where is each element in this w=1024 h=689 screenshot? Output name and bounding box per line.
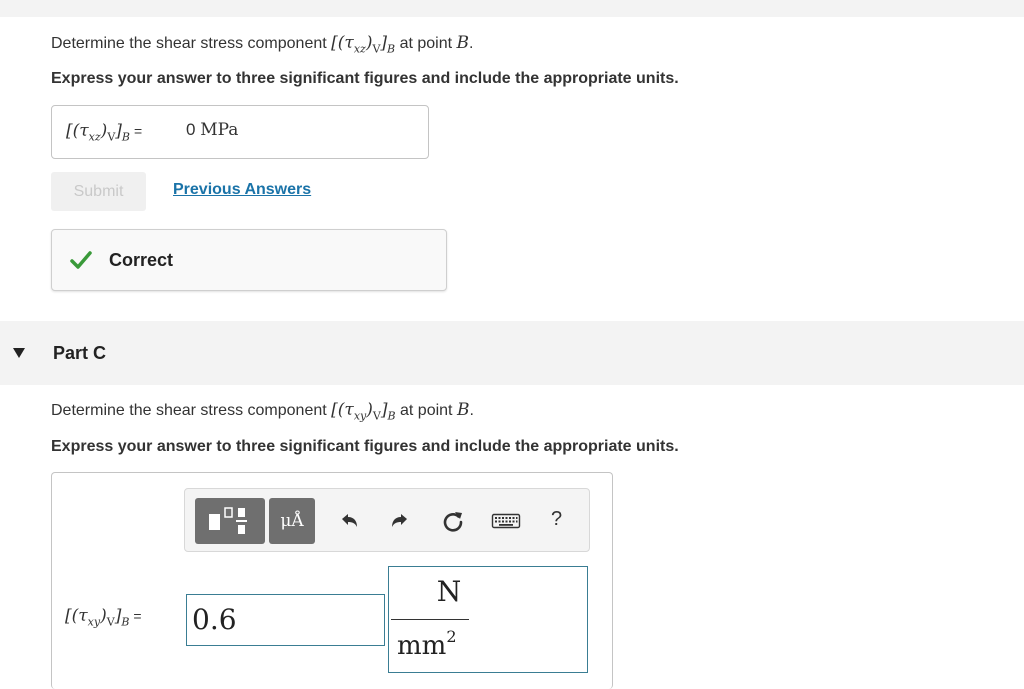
part-c-prompt: Determine the shear stress component [(τ…: [51, 400, 474, 422]
feedback-label: Correct: [109, 250, 174, 270]
part-b-prompt-suffix: at point: [399, 35, 453, 52]
part-b-answer-b-sub: B: [121, 130, 130, 144]
part-c-answer-b-sub: B: [121, 615, 130, 629]
part-b-answer-tau-sub: xz: [88, 130, 101, 144]
part-b-answer-v-sub: V: [107, 130, 116, 144]
submit-button[interactable]: Submit: [51, 172, 146, 211]
part-b-point: B: [456, 33, 470, 53]
part-c-prompt-prefix: Determine the shear stress component: [51, 402, 327, 419]
top-band: [0, 0, 1024, 17]
part-c-answer-tau-sub: xy: [87, 615, 101, 629]
part-c-answer-tau: τ: [78, 606, 88, 626]
part-b-answer-unit: MPa: [200, 120, 239, 140]
math-toolbar: μÅ ?: [184, 488, 590, 552]
checkmark-icon: [70, 251, 92, 269]
part-b-period: .: [469, 35, 474, 52]
part-b-instructions: Express your answer to three significant…: [51, 70, 679, 87]
unit-exponent: 2: [446, 627, 457, 646]
part-b-v-sub: V: [372, 42, 381, 56]
part-b-answer-value: 0 MPa: [186, 120, 238, 140]
unit-numerator[interactable]: N: [424, 575, 474, 608]
part-b-answer-number: 0: [186, 120, 196, 139]
units-button[interactable]: μÅ: [269, 498, 315, 544]
templates-button[interactable]: [195, 498, 265, 544]
keyboard-icon[interactable]: [491, 509, 521, 533]
part-b-answer-box: [(τxz)V]B = 0 MPa: [51, 105, 429, 159]
undo-icon[interactable]: [337, 509, 361, 533]
help-button[interactable]: ?: [551, 508, 562, 531]
part-c-point: B: [456, 400, 470, 420]
redo-icon[interactable]: [388, 509, 412, 533]
unit-denominator-base: mm: [397, 631, 447, 661]
part-c-header[interactable]: Part C: [0, 321, 1024, 385]
part-c-answer-label: [(τxy)V]B =: [65, 606, 142, 629]
part-c-tau: τ: [344, 400, 354, 420]
part-b-equals: =: [134, 123, 143, 139]
part-c-title: Part C: [53, 343, 107, 363]
part-c-equals: =: [133, 608, 142, 624]
fraction-bar: [391, 619, 469, 620]
reset-icon[interactable]: [441, 509, 465, 533]
value-input[interactable]: 0.6: [186, 594, 385, 646]
part-c-instructions: Express your answer to three significant…: [51, 438, 679, 455]
triangle-down-icon[interactable]: [13, 348, 25, 358]
part-c-prompt-math: [(τxy)V]B: [331, 400, 396, 423]
part-c-b-sub: B: [387, 409, 396, 423]
part-b-answer-tau: τ: [79, 121, 89, 141]
part-c-v-sub: V: [372, 409, 381, 423]
part-c-answer-v-sub: V: [106, 615, 115, 629]
part-b-tau-sub: xz: [353, 42, 366, 56]
feedback-box: Correct: [51, 229, 447, 291]
part-c-tau-sub: xy: [353, 409, 367, 423]
part-b-tau: τ: [344, 33, 354, 53]
part-b-prompt-prefix: Determine the shear stress component: [51, 35, 327, 52]
part-c-period: .: [469, 402, 474, 419]
part-b-prompt-math: [(τxz)V]B: [331, 33, 396, 56]
templates-icon: [209, 507, 247, 534]
unit-denominator[interactable]: mm2: [397, 627, 457, 661]
part-c-prompt-suffix: at point: [400, 402, 453, 419]
part-b-answer-label: [(τxz)V]B =: [66, 121, 143, 144]
unit-input[interactable]: N mm2: [388, 566, 588, 673]
previous-answers-link[interactable]: Previous Answers: [173, 181, 311, 199]
part-b-b-sub: B: [387, 42, 396, 56]
part-b-prompt: Determine the shear stress component [(τ…: [51, 33, 473, 55]
